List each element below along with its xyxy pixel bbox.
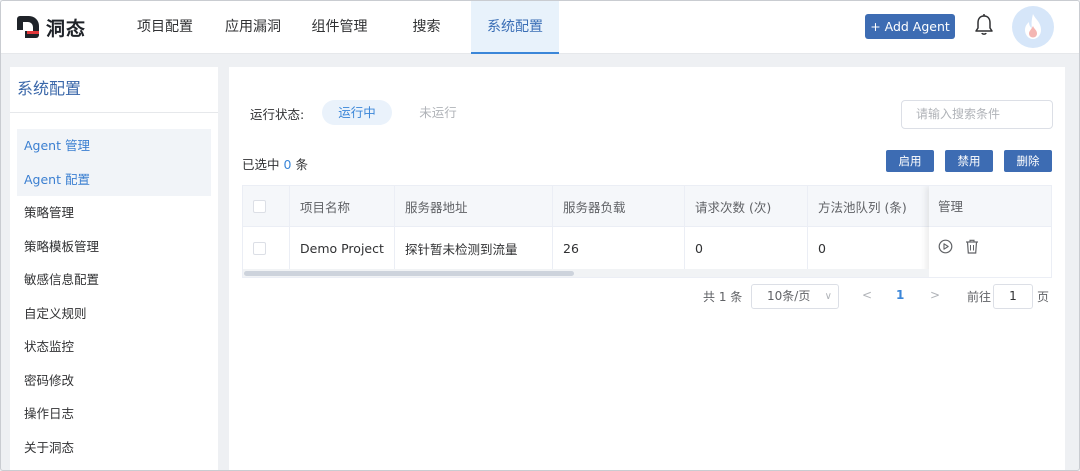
page-size-value: 10条/页 [767,289,811,303]
cell-server-load: 26 [553,227,685,269]
app-logo[interactable]: 洞态 [17,14,86,40]
enable-button[interactable]: 启用 [886,150,934,172]
status-option-running[interactable]: 运行中 [322,100,392,125]
manage-column: 管理 [929,186,1051,277]
pagination-total: 共 1 条 [703,290,743,304]
header-project-name: 项目名称 [290,186,395,226]
add-agent-button[interactable]: + Add Agent [865,14,955,39]
main-panel: 运行状态: 运行中 未运行 请输入搜索条件 已选中 0 条 启用 禁用 删除 项… [229,67,1065,470]
header-select-all [243,186,290,226]
chevron-down-icon: ∨ [824,291,832,302]
flame-icon [1025,14,1041,39]
cell-request-count: 0 [685,227,808,269]
header-server-address: 服务器地址 [395,186,553,226]
nav-item-components[interactable]: 组件管理 [297,1,382,54]
page-size-select[interactable]: 10条/页 ∨ [751,284,839,309]
header-manage: 管理 [929,186,1051,227]
sidebar: 系统配置 Agent 管理 Agent 配置 策略管理 策略模板管理 敏感信息配… [10,67,218,470]
sidebar-item-agent-manage[interactable]: Agent 管理 [17,129,211,163]
next-page-button[interactable]: > [930,288,940,302]
goto-page-input[interactable]: 1 [993,284,1033,309]
logo-mark-icon [17,16,39,38]
manage-actions [929,227,1051,269]
sidebar-item-custom-rules[interactable]: 自定义规则 [10,297,218,331]
selection-count-value: 0 [283,157,292,172]
sidebar-item-status-monitor[interactable]: 状态监控 [10,330,218,364]
sidebar-item-agent-config[interactable]: Agent 配置 [17,162,211,196]
selection-prefix: 已选中 [242,157,280,172]
delete-button[interactable]: 删除 [1004,150,1052,172]
row-checkbox[interactable] [253,241,266,255]
cell-server-address: 探针暂未检测到流量 [395,227,553,269]
app-window: 洞态 项目配置 应用漏洞 组件管理 搜索 系统配置 + Add Agent 系统 [0,0,1080,471]
agent-table: 项目名称 服务器地址 服务器负载 请求次数 (次) 方法池队列 (条) Demo… [242,185,1052,278]
nav-item-app-vulns[interactable]: 应用漏洞 [209,1,297,54]
status-option-stopped[interactable]: 未运行 [404,100,472,125]
sidebar-item-policy-template[interactable]: 策略模板管理 [10,230,218,264]
select-all-checkbox[interactable] [253,199,266,213]
main-nav: 项目配置 应用漏洞 组件管理 搜索 系统配置 [121,1,559,54]
trash-icon[interactable] [965,239,979,258]
avatar[interactable] [1012,6,1054,48]
bell-icon[interactable] [974,13,994,37]
header-server-load: 服务器负载 [553,186,685,226]
cell-project-name: Demo Project [290,227,395,269]
selection-count: 已选中 0 条 [242,154,308,173]
sidebar-item-sensitive-info[interactable]: 敏感信息配置 [10,263,218,297]
status-filter-label: 运行状态: [250,107,305,122]
selection-suffix: 条 [295,157,308,172]
search-input[interactable]: 请输入搜索条件 [901,100,1053,129]
scrollbar-thumb[interactable] [244,271,574,276]
sidebar-title: 系统配置 [10,67,218,113]
table-horizontal-scrollbar[interactable] [243,269,929,277]
sidebar-item-password[interactable]: 密码修改 [10,364,218,398]
top-navigation-bar: 洞态 项目配置 应用漏洞 组件管理 搜索 系统配置 + Add Agent [1,1,1079,54]
goto-label: 前往 [967,290,992,304]
goto-unit: 页 [1037,290,1050,304]
play-circle-icon[interactable] [938,239,953,258]
prev-page-button[interactable]: < [862,288,872,302]
sidebar-item-operation-log[interactable]: 操作日志 [10,397,218,431]
nav-item-project-config[interactable]: 项目配置 [121,1,209,54]
sidebar-menu: Agent 管理 Agent 配置 策略管理 策略模板管理 敏感信息配置 自定义… [10,129,218,464]
row-select-cell [243,227,290,269]
nav-item-search[interactable]: 搜索 [382,1,471,54]
sidebar-item-policy-manage[interactable]: 策略管理 [10,196,218,230]
sidebar-item-about[interactable]: 关于洞态 [10,431,218,465]
header-request-count: 请求次数 (次) [685,186,808,226]
nav-item-system-config[interactable]: 系统配置 [471,1,559,54]
page-number[interactable]: 1 [896,288,904,302]
app-name: 洞态 [46,17,87,40]
disable-button[interactable]: 禁用 [945,150,993,172]
